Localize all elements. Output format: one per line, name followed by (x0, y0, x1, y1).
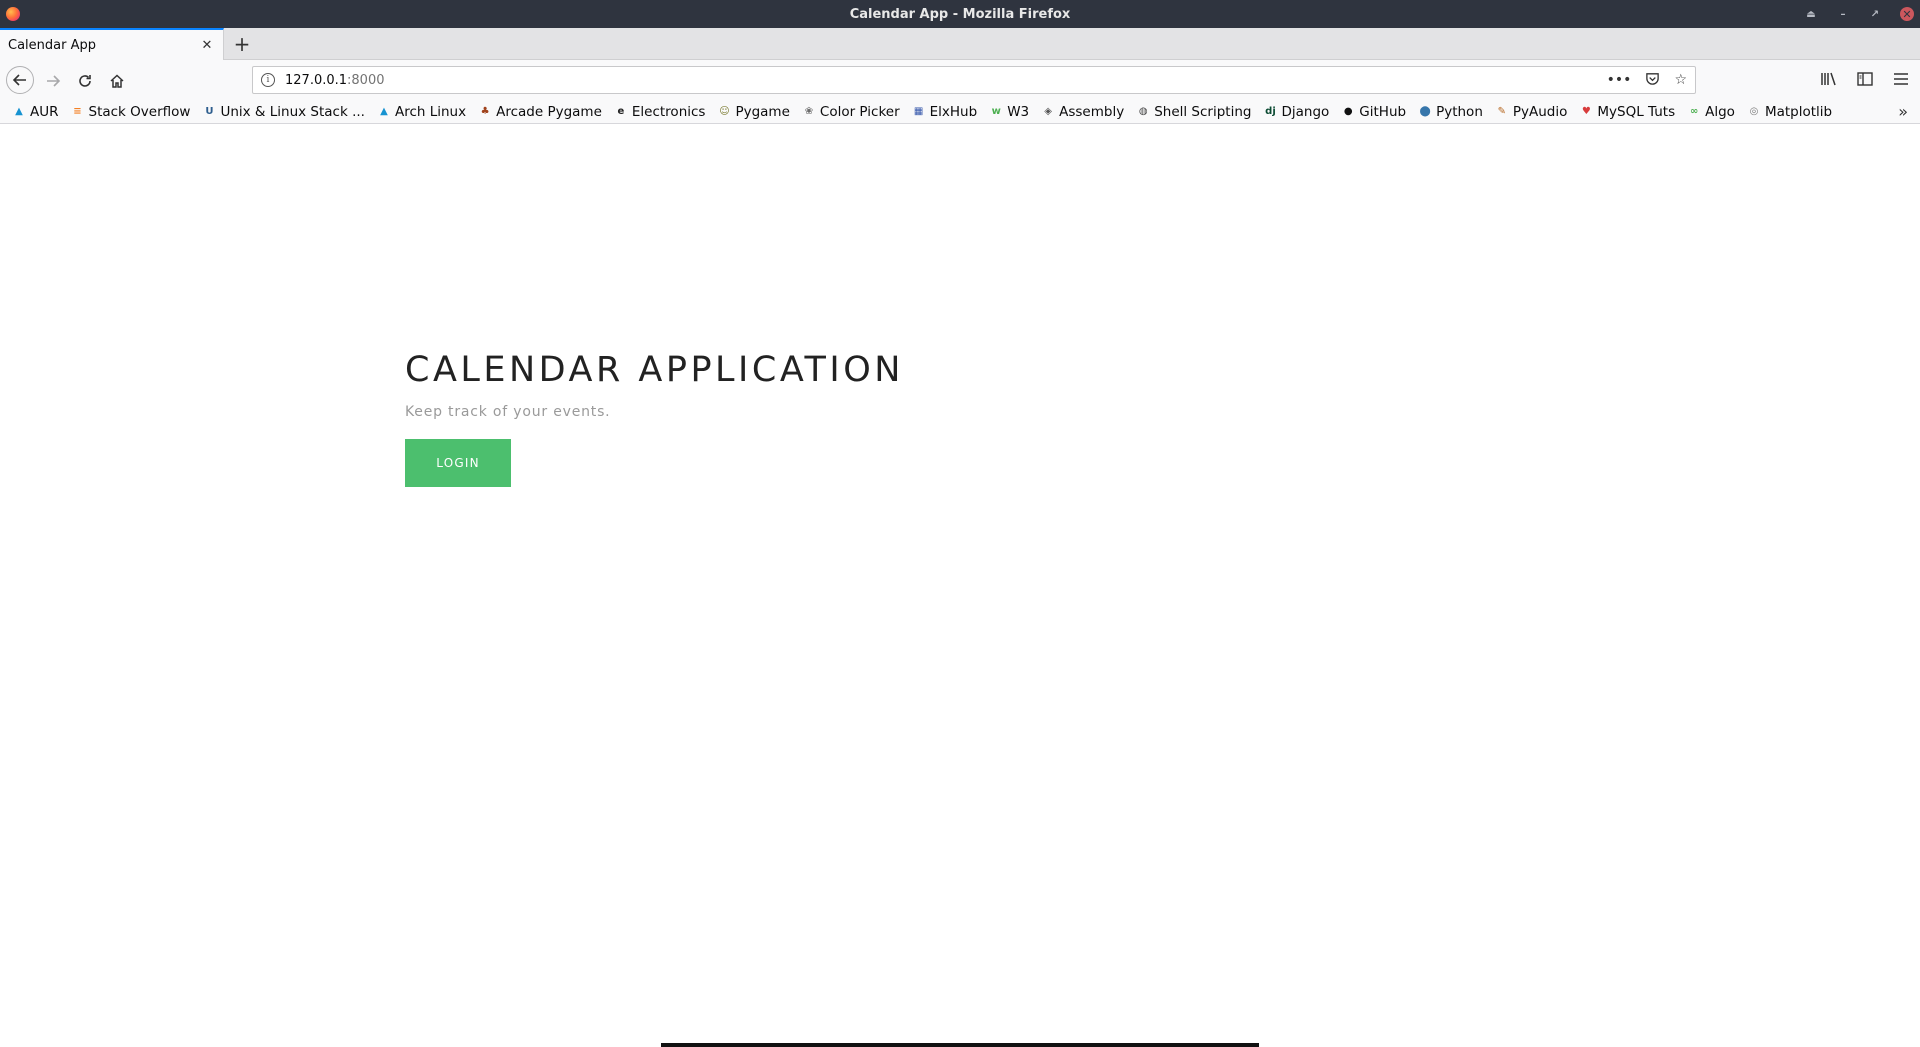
bookmark-label: W3 (1007, 103, 1030, 120)
bookmark-label: PyAudio (1512, 103, 1568, 120)
window-titlebar: Calendar App - Mozilla Firefox ⏏ – ↗ ✕ (0, 0, 1920, 28)
shade-window-button[interactable]: ⏏ (1804, 7, 1818, 21)
bookmark-label: Arcade Pygame (496, 103, 602, 120)
window-controls: ⏏ – ↗ ✕ (1804, 0, 1914, 28)
bookmark-label: Color Picker (819, 103, 900, 120)
url-bar-actions: ••• ☆ (1607, 71, 1695, 90)
bookmark-label: Arch Linux (394, 103, 467, 120)
diamond-icon: ◈ (1044, 106, 1052, 117)
home-button[interactable] (104, 68, 130, 94)
bookmark-star-icon[interactable]: ☆ (1674, 72, 1687, 88)
bookmark-pygame[interactable]: ☺ Pygame (717, 103, 790, 120)
login-button[interactable]: LOGIN (405, 439, 511, 487)
pocket-icon[interactable] (1645, 71, 1660, 90)
home-icon (110, 74, 124, 88)
bookmark-label: Electronics (631, 103, 706, 120)
bookmark-arcade-pygame[interactable]: ♣ Arcade Pygame (478, 104, 602, 120)
sidebar-toggle-icon[interactable] (1854, 68, 1876, 90)
tab-title: Calendar App (8, 37, 96, 53)
grid-icon: ▦ (913, 106, 924, 117)
stackoverflow-icon: ≡ (73, 106, 82, 117)
python-icon: ⬤ (1419, 106, 1431, 117)
reload-button[interactable] (72, 68, 98, 94)
tab-close-icon[interactable]: ✕ (199, 37, 215, 53)
site-info-icon[interactable]: i (261, 73, 275, 87)
close-window-button[interactable]: ✕ (1900, 7, 1914, 21)
bookmark-github[interactable]: ● GitHub (1341, 104, 1406, 120)
bookmark-label: Django (1281, 103, 1330, 120)
url-host: 127.0.0.1 (285, 72, 348, 88)
url-port: :8000 (347, 72, 385, 88)
firefox-logo-icon[interactable] (6, 7, 20, 21)
github-icon: ● (1343, 106, 1353, 117)
pygame-icon: ☺ (719, 106, 730, 117)
mysql-icon: ♥ (1581, 106, 1591, 117)
reload-icon (79, 75, 91, 87)
toolbar-right (1818, 68, 1920, 90)
bookmark-elxhub[interactable]: ▦ ElxHub (912, 103, 978, 120)
unix-linux-icon: U (205, 106, 214, 117)
page-actions-menu-icon[interactable]: ••• (1607, 72, 1632, 88)
bookmark-django[interactable]: dj Django (1263, 104, 1329, 120)
bookmark-color-picker[interactable]: ❀ Color Picker (802, 104, 900, 120)
arch-icon: ▲ (380, 106, 388, 117)
bookmark-label: MySQL Tuts (1597, 103, 1676, 120)
palette-icon: ❀ (804, 106, 814, 117)
tab-strip: Calendar App ✕ + (0, 28, 1920, 60)
bookmark-shell-scripting[interactable]: ◍ Shell Scripting (1136, 103, 1252, 120)
bookmark-mysql-tuts[interactable]: ♥ MySQL Tuts (1579, 104, 1675, 120)
page-content: CALENDAR APPLICATION Keep track of your … (0, 125, 1920, 1047)
pyaudio-icon: ✎ (1497, 106, 1507, 117)
arrow-right-icon (47, 75, 61, 87)
bookmark-electronics[interactable]: e Electronics (614, 103, 706, 120)
maximize-window-button[interactable]: ↗ (1868, 7, 1882, 21)
bookmark-python[interactable]: ⬤ Python (1418, 103, 1483, 120)
bookmark-assembly[interactable]: ◈ Assembly (1041, 104, 1124, 120)
navigation-toolbar: i 127.0.0.1:8000 ••• ☆ (0, 60, 1920, 100)
bookmark-label: Python (1436, 103, 1483, 120)
bookmarks-overflow-chevron-icon[interactable]: » (1898, 102, 1908, 121)
matplotlib-icon: ◎ (1749, 106, 1759, 117)
bookmark-label: Unix & Linux Stack ... (220, 103, 365, 120)
bookmark-arch-linux[interactable]: ▲ Arch Linux (377, 104, 466, 120)
bookmark-label: Matplotlib (1764, 103, 1833, 120)
bookmark-aur[interactable]: ▲ AUR (12, 103, 59, 120)
bookmarks-toolbar: ▲ AUR ≡ Stack Overflow U Unix & Linux Stack .… (0, 100, 1920, 124)
bookmark-label: Pygame (735, 103, 790, 120)
w3-icon: w (991, 106, 1001, 117)
bookmark-stack-overflow[interactable]: ≡ Stack Overflow (71, 103, 191, 120)
forward-button[interactable] (40, 68, 66, 94)
window-title: Calendar App - Mozilla Firefox (849, 6, 1071, 22)
electronics-icon: e (617, 106, 625, 117)
bookmark-label: ElxHub (929, 103, 978, 120)
bookmark-label: Shell Scripting (1154, 103, 1252, 120)
page-subtitle: Keep track of your events. (405, 404, 611, 420)
bookmark-label: AUR (30, 103, 59, 120)
hamburger-menu-icon[interactable] (1890, 68, 1912, 90)
tab-calendar-app[interactable]: Calendar App ✕ (0, 28, 224, 60)
algo-icon: ∞ (1689, 106, 1699, 117)
bookmark-label: Assembly (1059, 103, 1125, 120)
back-button[interactable] (6, 66, 34, 94)
django-icon: dj (1265, 106, 1276, 117)
bottom-edge-bar (661, 1043, 1259, 1047)
new-tab-button[interactable]: + (230, 32, 254, 56)
page-title: CALENDAR APPLICATION (405, 350, 904, 390)
bookmark-unix-linux-stack[interactable]: U Unix & Linux Stack ... (202, 104, 365, 120)
bookmark-matplotlib[interactable]: ◎ Matplotlib (1747, 103, 1833, 120)
minimize-window-button[interactable]: – (1836, 7, 1850, 21)
leaf-icon: ♣ (480, 106, 490, 117)
bookmark-algo[interactable]: ∞ Algo (1687, 104, 1735, 120)
bookmark-label: Algo (1705, 103, 1735, 120)
globe-icon: ◍ (1138, 106, 1148, 117)
bookmark-pyaudio[interactable]: ✎ PyAudio (1495, 104, 1568, 120)
arch-icon: ▲ (15, 106, 23, 117)
library-icon[interactable] (1818, 68, 1840, 90)
bookmark-label: GitHub (1359, 103, 1407, 120)
url-bar[interactable]: i 127.0.0.1:8000 ••• ☆ (252, 66, 1696, 94)
bookmark-label: Stack Overflow (88, 103, 191, 120)
bookmark-w3[interactable]: w W3 (989, 103, 1030, 120)
arrow-left-icon (12, 74, 26, 86)
